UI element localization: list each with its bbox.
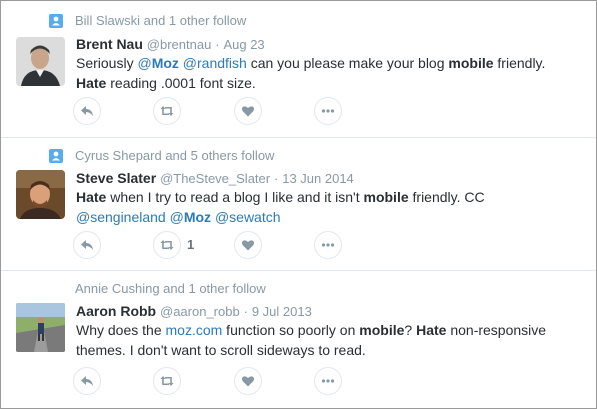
text-segment: themes. I don't want to scroll sideways … <box>76 342 366 358</box>
more-dots-icon <box>321 109 335 113</box>
follow-context-text: Cyrus Shepard and 5 others follow <box>75 148 275 163</box>
like-button[interactable] <box>234 367 262 395</box>
text-segment: Why does the <box>76 322 166 338</box>
text-segment: friendly. CC <box>408 189 485 205</box>
like-button[interactable] <box>234 97 262 125</box>
fullname[interactable]: Steve Slater <box>76 170 156 186</box>
avatar[interactable] <box>16 37 65 86</box>
text-segment: non-responsive <box>446 322 547 338</box>
mention-sengineland[interactable]: @sengineland <box>76 209 166 225</box>
like-heart-icon <box>241 376 255 387</box>
text-segment: reading .0001 font size. <box>106 75 256 91</box>
separator-dot: · <box>273 171 279 186</box>
tweet-header: Steve Slater @TheSteve_Slater · 13 Jun 2… <box>76 169 354 187</box>
keyword-highlight: mobile <box>363 189 409 205</box>
tweet-1[interactable]: Bill Slawski and 1 other follow Brent Na… <box>1 1 596 138</box>
follow-context-text: Annie Cushing and 1 other follow <box>75 281 266 296</box>
retweet-button[interactable] <box>153 367 181 395</box>
tweet-timeline: Bill Slawski and 1 other follow Brent Na… <box>0 0 597 409</box>
more-button[interactable] <box>314 97 342 125</box>
keyword-highlight: Hate <box>416 322 447 338</box>
more-button[interactable] <box>314 231 342 259</box>
avatar[interactable] <box>16 170 65 219</box>
reply-button[interactable] <box>73 97 101 125</box>
text-segment: can you please make your blog <box>246 55 449 71</box>
avatar[interactable] <box>16 303 65 352</box>
timestamp[interactable]: 9 Jul 2013 <box>252 304 312 319</box>
mention-moz[interactable]: @Moz <box>170 209 211 225</box>
fullname[interactable]: Aaron Robb <box>76 303 156 319</box>
keyword-highlight: Hate <box>76 75 107 91</box>
reply-button[interactable] <box>73 367 101 395</box>
like-button[interactable] <box>234 231 262 259</box>
retweet-count: 1 <box>187 237 195 252</box>
reply-button[interactable] <box>73 231 101 259</box>
retweet-icon <box>160 240 174 250</box>
mention-at: @ <box>137 55 152 71</box>
avatar-image <box>16 170 65 219</box>
retweet-icon <box>160 376 174 386</box>
reply-icon <box>81 240 93 250</box>
mention-at: @ <box>169 209 184 225</box>
person-follow-icon <box>49 14 63 28</box>
text-segment: friendly. <box>493 55 546 71</box>
mention-highlight: Moz <box>183 209 212 225</box>
avatar-image <box>16 303 65 352</box>
reply-icon <box>81 106 93 116</box>
like-heart-icon <box>241 240 255 251</box>
text-segment: Seriously <box>76 55 138 71</box>
keyword-highlight: mobile <box>448 55 494 71</box>
username[interactable]: @brentnau <box>147 37 212 52</box>
mention-moz[interactable]: @Moz <box>137 55 178 71</box>
tweet-2[interactable]: Cyrus Shepard and 5 others follow Steve … <box>1 138 596 271</box>
more-dots-icon <box>321 379 335 383</box>
keyword-highlight: Hate <box>76 189 107 205</box>
follow-context-text: Bill Slawski and 1 other follow <box>75 13 247 28</box>
tweet-text: Seriously @Moz @randfish can you please … <box>76 53 581 93</box>
tweet-actions <box>73 367 353 397</box>
person-follow-icon <box>49 149 63 163</box>
tweet-actions: 1 <box>73 231 353 261</box>
avatar-image <box>16 37 65 86</box>
more-button[interactable] <box>314 367 342 395</box>
retweet-icon <box>160 106 174 116</box>
username[interactable]: @aaron_robb <box>160 304 240 319</box>
retweet-button[interactable] <box>153 231 181 259</box>
separator-dot: · <box>243 304 248 319</box>
tweet-actions <box>73 97 353 127</box>
mention-randfish[interactable]: @randfish <box>183 55 247 71</box>
text-segment: function so poorly on <box>222 322 360 338</box>
timestamp[interactable]: Aug 23 <box>223 37 264 52</box>
timestamp[interactable]: 13 Jun 2014 <box>282 171 354 186</box>
tweet-3[interactable]: Annie Cushing and 1 other follow Aaron R… <box>1 271 596 408</box>
fullname[interactable]: Brent Nau <box>76 36 143 52</box>
like-heart-icon <box>241 106 255 117</box>
username[interactable]: @TheSteve_Slater <box>160 171 270 186</box>
separator-dot: · <box>215 37 220 52</box>
retweet-button[interactable] <box>153 97 181 125</box>
tweet-header: Brent Nau @brentnau · Aug 23 <box>76 35 265 53</box>
text-segment: when I try to read a blog I like and it … <box>106 189 364 205</box>
tweet-header: Aaron Robb @aaron_robb · 9 Jul 2013 <box>76 302 312 320</box>
text-segment: ? <box>404 322 417 338</box>
tweet-text: Why does the moz.com function so poorly … <box>76 320 581 360</box>
mention-sewatch[interactable]: @sewatch <box>215 209 281 225</box>
tweet-text: Hate when I try to read a blog I like an… <box>76 187 581 227</box>
link-moz-com[interactable]: moz.com <box>166 322 223 338</box>
reply-icon <box>81 376 93 386</box>
more-dots-icon <box>321 243 335 247</box>
mention-highlight: Moz <box>151 55 179 71</box>
keyword-highlight: mobile <box>359 322 405 338</box>
